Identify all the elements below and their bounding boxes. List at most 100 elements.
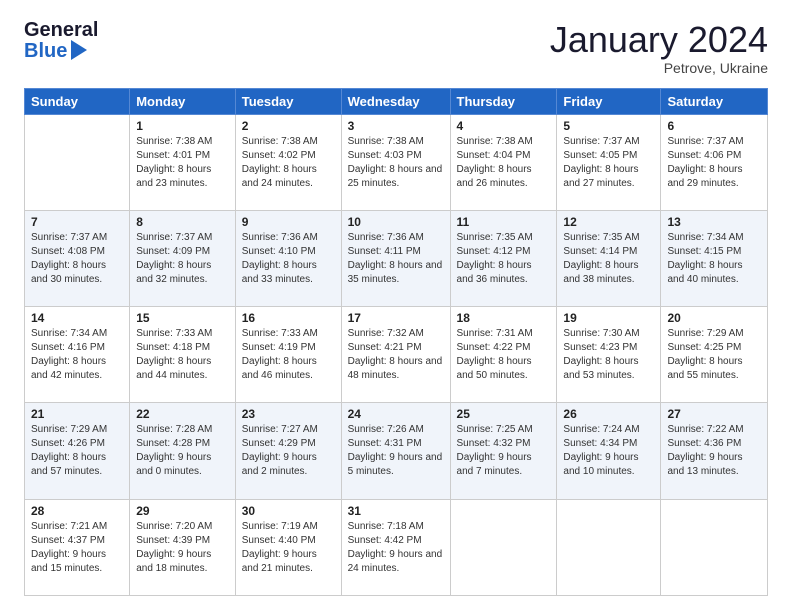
day-info: Sunrise: 7:35 AM Sunset: 4:12 PM Dayligh… — [457, 231, 551, 287]
sunset-text: Sunset: 4:32 PM — [457, 437, 551, 451]
day-number: 20 — [667, 311, 761, 325]
sunrise-text: Sunrise: 7:27 AM — [242, 423, 335, 437]
day-cell: 21 Sunrise: 7:29 AM Sunset: 4:26 PM Dayl… — [25, 403, 130, 499]
day-number: 10 — [348, 215, 444, 229]
sunrise-text: Sunrise: 7:34 AM — [31, 327, 123, 341]
sunrise-text: Sunrise: 7:24 AM — [563, 423, 654, 437]
sunset-text: Sunset: 4:15 PM — [667, 245, 761, 259]
sunrise-text: Sunrise: 7:38 AM — [457, 135, 551, 149]
sunrise-text: Sunrise: 7:38 AM — [242, 135, 335, 149]
day-cell: 4 Sunrise: 7:38 AM Sunset: 4:04 PM Dayli… — [450, 114, 557, 210]
day-cell — [25, 114, 130, 210]
week-row-5: 28 Sunrise: 7:21 AM Sunset: 4:37 PM Dayl… — [25, 499, 768, 595]
sunset-text: Sunset: 4:09 PM — [136, 245, 229, 259]
daylight-text: Daylight: 9 hours and 10 minutes. — [563, 451, 654, 479]
day-number: 21 — [31, 407, 123, 421]
day-number: 6 — [667, 119, 761, 133]
day-info: Sunrise: 7:20 AM Sunset: 4:39 PM Dayligh… — [136, 520, 229, 576]
sunset-text: Sunset: 4:34 PM — [563, 437, 654, 451]
day-cell: 22 Sunrise: 7:28 AM Sunset: 4:28 PM Dayl… — [130, 403, 236, 499]
weekday-header-tuesday: Tuesday — [235, 88, 341, 114]
day-cell — [557, 499, 661, 595]
day-cell: 29 Sunrise: 7:20 AM Sunset: 4:39 PM Dayl… — [130, 499, 236, 595]
day-cell — [661, 499, 768, 595]
day-info: Sunrise: 7:31 AM Sunset: 4:22 PM Dayligh… — [457, 327, 551, 383]
daylight-text: Daylight: 9 hours and 24 minutes. — [348, 548, 444, 576]
sunrise-text: Sunrise: 7:19 AM — [242, 520, 335, 534]
sunset-text: Sunset: 4:42 PM — [348, 534, 444, 548]
sunset-text: Sunset: 4:11 PM — [348, 245, 444, 259]
weekday-header-monday: Monday — [130, 88, 236, 114]
day-info: Sunrise: 7:26 AM Sunset: 4:31 PM Dayligh… — [348, 423, 444, 479]
day-number: 19 — [563, 311, 654, 325]
day-number: 5 — [563, 119, 654, 133]
sunset-text: Sunset: 4:19 PM — [242, 341, 335, 355]
logo-text-group: General Blue — [24, 20, 98, 62]
day-info: Sunrise: 7:30 AM Sunset: 4:23 PM Dayligh… — [563, 327, 654, 383]
day-cell: 5 Sunrise: 7:37 AM Sunset: 4:05 PM Dayli… — [557, 114, 661, 210]
weekday-header-row: SundayMondayTuesdayWednesdayThursdayFrid… — [25, 88, 768, 114]
week-row-2: 7 Sunrise: 7:37 AM Sunset: 4:08 PM Dayli… — [25, 210, 768, 306]
day-cell: 7 Sunrise: 7:37 AM Sunset: 4:08 PM Dayli… — [25, 210, 130, 306]
daylight-text: Daylight: 8 hours and 25 minutes. — [348, 163, 444, 191]
weekday-header-saturday: Saturday — [661, 88, 768, 114]
daylight-text: Daylight: 8 hours and 50 minutes. — [457, 355, 551, 383]
sunset-text: Sunset: 4:23 PM — [563, 341, 654, 355]
day-info: Sunrise: 7:35 AM Sunset: 4:14 PM Dayligh… — [563, 231, 654, 287]
sunset-text: Sunset: 4:40 PM — [242, 534, 335, 548]
sunrise-text: Sunrise: 7:37 AM — [136, 231, 229, 245]
sunrise-text: Sunrise: 7:38 AM — [348, 135, 444, 149]
day-number: 1 — [136, 119, 229, 133]
daylight-text: Daylight: 8 hours and 57 minutes. — [31, 451, 123, 479]
day-info: Sunrise: 7:29 AM Sunset: 4:26 PM Dayligh… — [31, 423, 123, 479]
day-cell: 11 Sunrise: 7:35 AM Sunset: 4:12 PM Dayl… — [450, 210, 557, 306]
daylight-text: Daylight: 9 hours and 5 minutes. — [348, 451, 444, 479]
weekday-header-wednesday: Wednesday — [341, 88, 450, 114]
day-number: 12 — [563, 215, 654, 229]
daylight-text: Daylight: 9 hours and 21 minutes. — [242, 548, 335, 576]
month-title: January 2024 — [550, 20, 768, 60]
sunset-text: Sunset: 4:04 PM — [457, 149, 551, 163]
week-row-1: 1 Sunrise: 7:38 AM Sunset: 4:01 PM Dayli… — [25, 114, 768, 210]
daylight-text: Daylight: 8 hours and 26 minutes. — [457, 163, 551, 191]
title-block: January 2024 Petrove, Ukraine — [550, 20, 768, 76]
day-info: Sunrise: 7:24 AM Sunset: 4:34 PM Dayligh… — [563, 423, 654, 479]
day-number: 28 — [31, 504, 123, 518]
sunset-text: Sunset: 4:08 PM — [31, 245, 123, 259]
page: General Blue January 2024 Petrove, Ukrai… — [0, 0, 792, 612]
day-info: Sunrise: 7:21 AM Sunset: 4:37 PM Dayligh… — [31, 520, 123, 576]
day-info: Sunrise: 7:27 AM Sunset: 4:29 PM Dayligh… — [242, 423, 335, 479]
day-info: Sunrise: 7:34 AM Sunset: 4:16 PM Dayligh… — [31, 327, 123, 383]
day-number: 3 — [348, 119, 444, 133]
daylight-text: Daylight: 8 hours and 35 minutes. — [348, 259, 444, 287]
day-number: 17 — [348, 311, 444, 325]
day-info: Sunrise: 7:36 AM Sunset: 4:10 PM Dayligh… — [242, 231, 335, 287]
day-info: Sunrise: 7:37 AM Sunset: 4:06 PM Dayligh… — [667, 135, 761, 191]
sunset-text: Sunset: 4:03 PM — [348, 149, 444, 163]
weekday-header-friday: Friday — [557, 88, 661, 114]
day-cell: 28 Sunrise: 7:21 AM Sunset: 4:37 PM Dayl… — [25, 499, 130, 595]
daylight-text: Daylight: 8 hours and 32 minutes. — [136, 259, 229, 287]
sunrise-text: Sunrise: 7:20 AM — [136, 520, 229, 534]
sunset-text: Sunset: 4:02 PM — [242, 149, 335, 163]
day-cell: 18 Sunrise: 7:31 AM Sunset: 4:22 PM Dayl… — [450, 307, 557, 403]
sunrise-text: Sunrise: 7:35 AM — [457, 231, 551, 245]
sunset-text: Sunset: 4:14 PM — [563, 245, 654, 259]
day-cell: 20 Sunrise: 7:29 AM Sunset: 4:25 PM Dayl… — [661, 307, 768, 403]
day-number: 26 — [563, 407, 654, 421]
week-row-4: 21 Sunrise: 7:29 AM Sunset: 4:26 PM Dayl… — [25, 403, 768, 499]
sunrise-text: Sunrise: 7:29 AM — [667, 327, 761, 341]
day-cell: 2 Sunrise: 7:38 AM Sunset: 4:02 PM Dayli… — [235, 114, 341, 210]
sunrise-text: Sunrise: 7:26 AM — [348, 423, 444, 437]
sunrise-text: Sunrise: 7:38 AM — [136, 135, 229, 149]
sunset-text: Sunset: 4:37 PM — [31, 534, 123, 548]
day-info: Sunrise: 7:36 AM Sunset: 4:11 PM Dayligh… — [348, 231, 444, 287]
daylight-text: Daylight: 8 hours and 24 minutes. — [242, 163, 335, 191]
sunrise-text: Sunrise: 7:37 AM — [563, 135, 654, 149]
daylight-text: Daylight: 8 hours and 40 minutes. — [667, 259, 761, 287]
day-number: 29 — [136, 504, 229, 518]
sunset-text: Sunset: 4:22 PM — [457, 341, 551, 355]
day-cell: 8 Sunrise: 7:37 AM Sunset: 4:09 PM Dayli… — [130, 210, 236, 306]
sunset-text: Sunset: 4:39 PM — [136, 534, 229, 548]
day-cell: 14 Sunrise: 7:34 AM Sunset: 4:16 PM Dayl… — [25, 307, 130, 403]
